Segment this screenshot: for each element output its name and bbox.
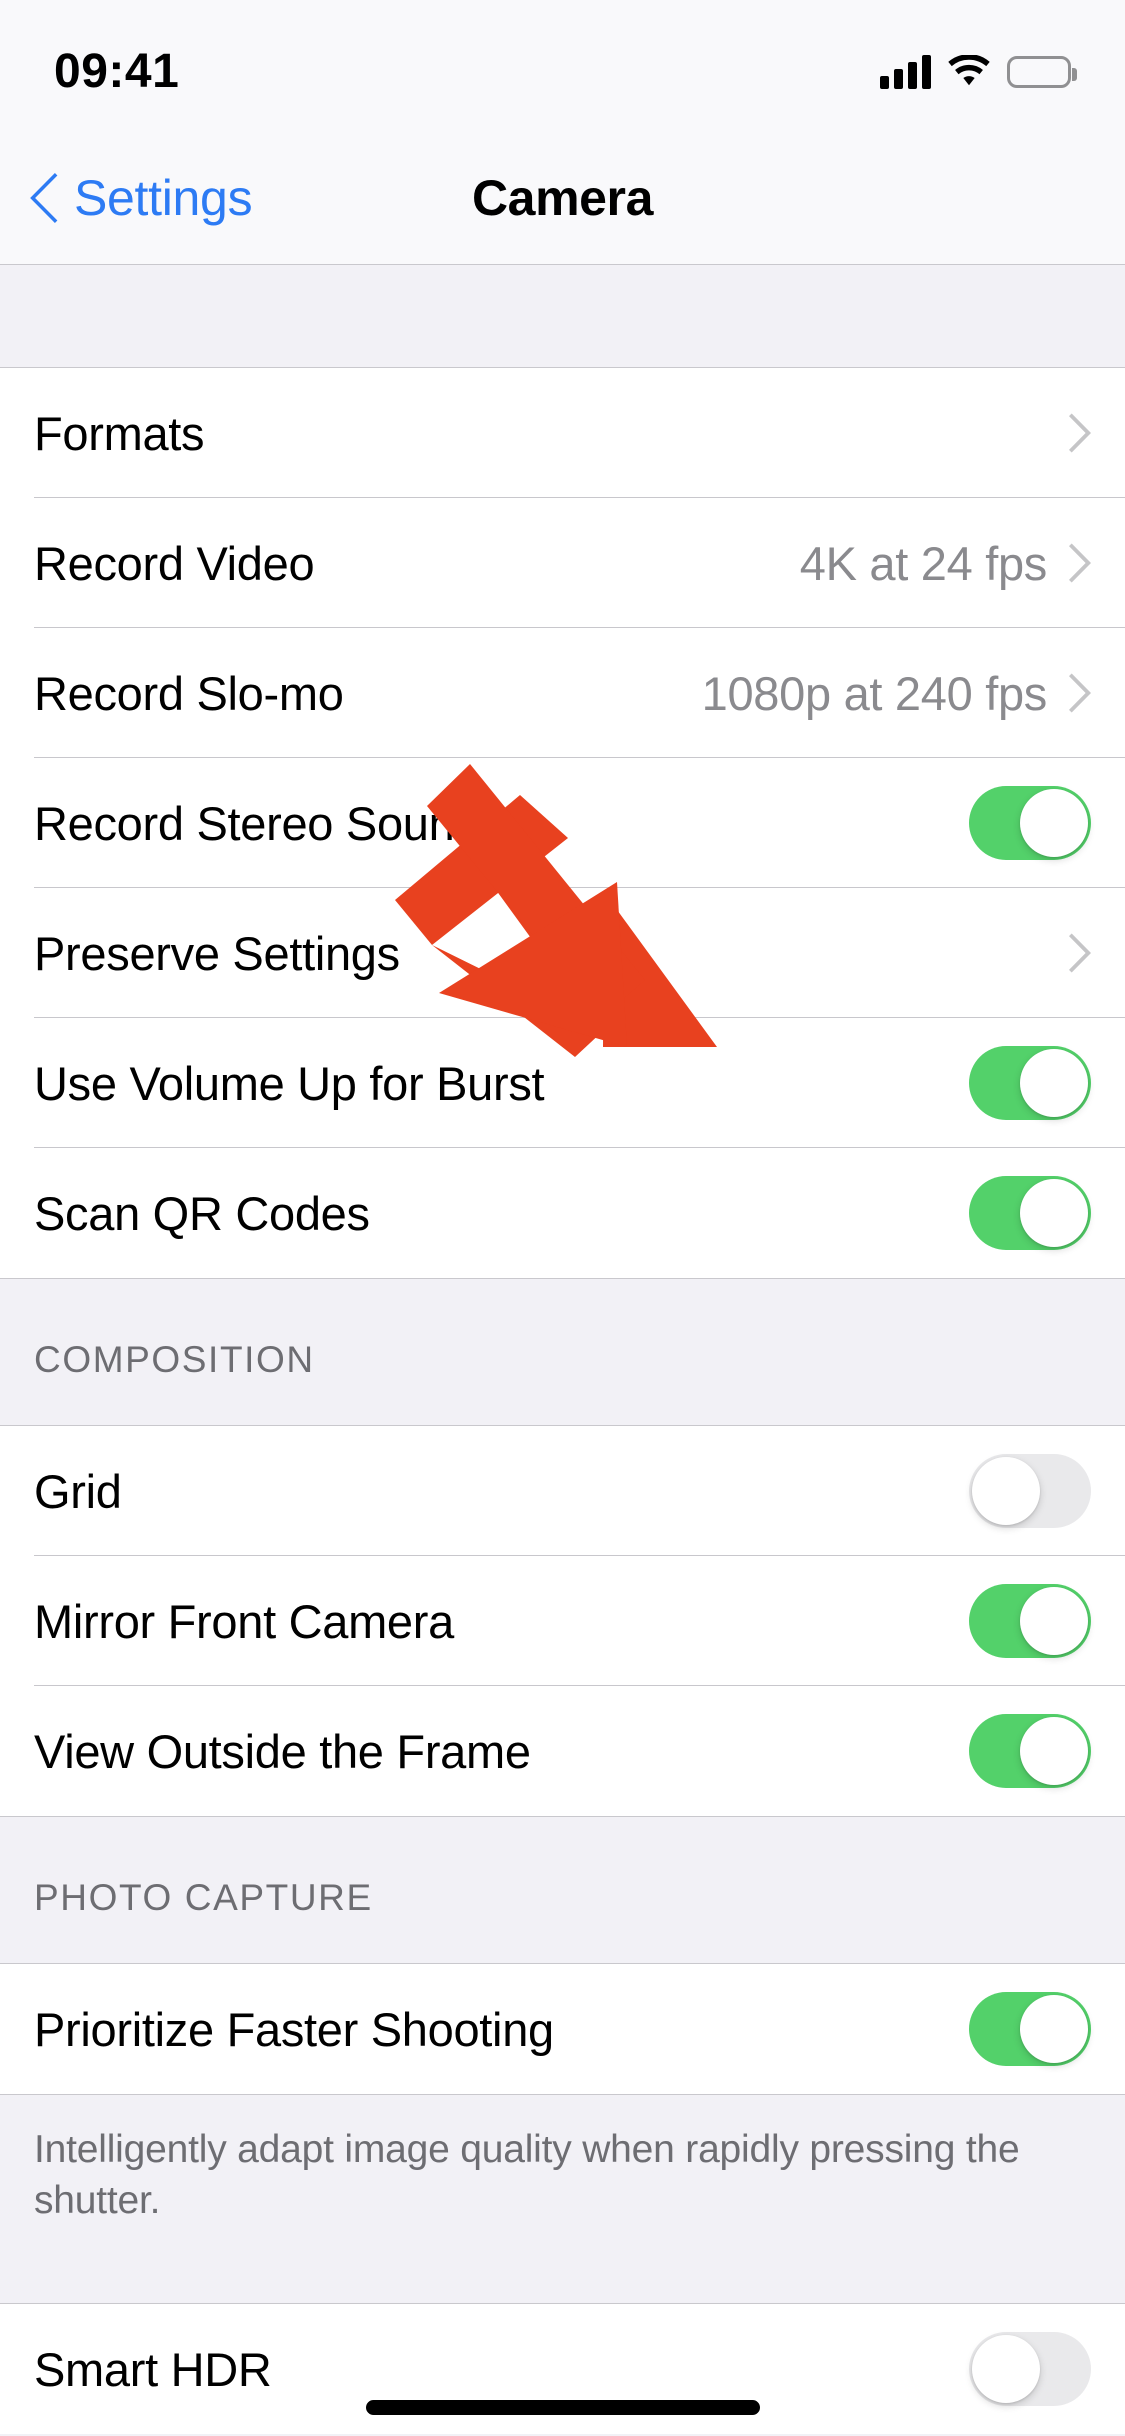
toggle-knob xyxy=(972,2335,1040,2404)
toggle-knob xyxy=(1020,1995,1088,2063)
settings-row[interactable]: Prioritize Faster Shooting xyxy=(0,1964,1125,2094)
toggle-switch[interactable] xyxy=(969,1176,1091,1250)
settings-row[interactable]: Formats xyxy=(0,368,1125,498)
toggle-knob xyxy=(1020,789,1088,857)
cellular-bars-icon xyxy=(880,55,931,89)
settings-row-label: Scan QR Codes xyxy=(34,1186,370,1240)
toggle-knob xyxy=(1020,1587,1088,1655)
settings-group: Prioritize Faster Shooting xyxy=(0,1964,1125,2094)
home-indicator xyxy=(365,2400,760,2415)
settings-row-label: Prioritize Faster Shooting xyxy=(34,2002,554,2056)
settings-row-value: 4K at 24 fps xyxy=(799,536,1048,590)
section-header: COMPOSITION xyxy=(0,1278,1125,1426)
section-footer-spacer xyxy=(0,2226,1125,2305)
settings-row[interactable]: Record Stereo Sound xyxy=(0,758,1125,888)
section-header: PHOTO CAPTURE xyxy=(0,1816,1125,1964)
settings-row[interactable]: Preserve Settings xyxy=(0,888,1125,1018)
chevron-right-icon xyxy=(1069,673,1091,713)
chevron-right-icon xyxy=(1069,543,1091,583)
list-top-spacer xyxy=(0,265,1125,368)
settings-row[interactable]: Grid xyxy=(0,1426,1125,1556)
toggle-switch[interactable] xyxy=(969,1046,1091,1120)
settings-group: Grid Mirror Front Camera View Outside the … xyxy=(0,1426,1125,1816)
settings-row-label: Record Video xyxy=(34,536,315,590)
toggle-switch[interactable] xyxy=(969,786,1091,860)
toggle-knob xyxy=(1020,1179,1088,1247)
chevron-right-icon xyxy=(1069,413,1091,453)
section-footer: Intelligently adapt image quality when r… xyxy=(0,2094,1125,2227)
section-header-label: COMPOSITION xyxy=(34,1339,315,1380)
chevron-right-icon xyxy=(1069,933,1091,973)
settings-row[interactable]: Scan QR Codes xyxy=(0,1148,1125,1278)
toggle-switch[interactable] xyxy=(969,1992,1091,2066)
toggle-switch[interactable] xyxy=(969,1454,1091,1528)
iphone-screen: 09:41 Settings Camera Formats Record Vide… xyxy=(0,0,1125,2436)
settings-group: Formats Record Video 4K at 24 fps Record Sl… xyxy=(0,368,1125,1278)
toggle-knob xyxy=(1020,1049,1088,1117)
settings-list[interactable]: Formats Record Video 4K at 24 fps Record Sl… xyxy=(0,265,1125,2435)
settings-row[interactable]: Record Video 4K at 24 fps xyxy=(0,498,1125,628)
settings-row-label: Use Volume Up for Burst xyxy=(34,1056,545,1110)
section-footer-text: Intelligently adapt image quality when r… xyxy=(34,2128,1020,2222)
settings-row[interactable]: Use Volume Up for Burst xyxy=(0,1018,1125,1148)
toggle-knob xyxy=(1020,1717,1088,1785)
settings-row-label: Preserve Settings xyxy=(34,926,400,980)
toggle-switch[interactable] xyxy=(969,1584,1091,1658)
settings-row-label: Record Slo-mo xyxy=(34,666,344,720)
status-bar: 09:41 xyxy=(0,0,1125,132)
battery-full-icon xyxy=(1007,56,1077,88)
toggle-switch[interactable] xyxy=(969,2332,1091,2407)
settings-row-label: Record Stereo Sound xyxy=(34,796,481,850)
wifi-icon xyxy=(948,55,990,86)
settings-row-label: View Outside the Frame xyxy=(34,1724,531,1778)
settings-row[interactable]: Mirror Front Camera xyxy=(0,1556,1125,1686)
navigation-bar: Settings Camera xyxy=(0,132,1125,265)
settings-row-label: Grid xyxy=(34,1464,122,1518)
settings-row-label: Smart HDR xyxy=(34,2342,272,2396)
page-title: Camera xyxy=(471,170,654,226)
settings-row-value: 1080p at 240 fps xyxy=(701,666,1048,720)
toggle-switch[interactable] xyxy=(969,1714,1091,1788)
settings-row[interactable]: View Outside the Frame xyxy=(0,1686,1125,1816)
settings-row[interactable]: Record Slo-mo 1080p at 240 fps xyxy=(0,628,1125,758)
settings-row-label: Mirror Front Camera xyxy=(34,1594,454,1648)
toggle-knob xyxy=(972,1457,1040,1525)
status-bar-time: 09:41 xyxy=(54,44,180,98)
section-header-label: PHOTO CAPTURE xyxy=(34,1877,373,1918)
status-bar-indicators xyxy=(880,55,1077,89)
settings-row-label: Formats xyxy=(34,406,205,460)
